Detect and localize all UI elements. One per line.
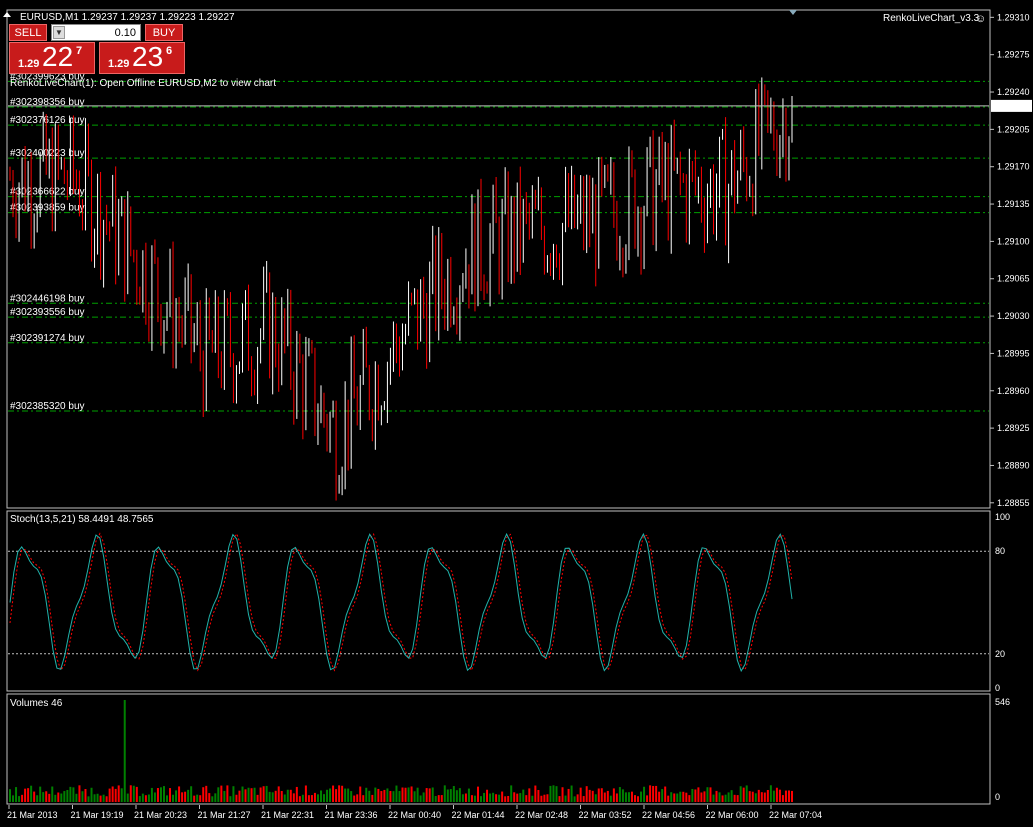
price-tick-label: 1.29240: [997, 87, 1030, 97]
order-label: #302446198 buy: [10, 293, 85, 304]
bid-price-label: 1.29227: [994, 101, 1027, 111]
buy-price-button[interactable]: 1.29 23 6: [99, 41, 185, 74]
price-tick-label: 1.29310: [997, 12, 1030, 22]
stoch-indicator: [8, 532, 989, 673]
time-tick-label: 22 Mar 03:52: [579, 810, 632, 820]
stoch-axis-label: 100: [995, 512, 1010, 522]
time-tick-label: 21 Mar 20:23: [134, 810, 187, 820]
price-tick-label: 1.29275: [997, 50, 1030, 60]
time-tick-label: 21 Mar 22:31: [261, 810, 314, 820]
price-tick-label: 1.28855: [997, 498, 1030, 508]
volume-frame: [6, 693, 991, 805]
sell-button[interactable]: SELL: [9, 24, 47, 41]
chevron-down-icon[interactable]: ▼: [53, 26, 65, 39]
smiley-icon: ☺: [975, 13, 986, 25]
symbol-info: EURUSD,M1 1.29237 1.29237 1.29223 1.2922…: [20, 12, 235, 23]
price-tick-label: 1.28995: [997, 348, 1030, 358]
time-tick-label: 22 Mar 04:56: [642, 810, 695, 820]
stoch-frame: [6, 510, 991, 692]
price-tick-label: 1.29030: [997, 311, 1030, 321]
order-label: #302393556 buy: [10, 307, 85, 318]
one-click-trading-panel: SELL ▼ BUY 1.29 22 7 1.29 23 6: [9, 24, 185, 74]
volume-axis-min: 0: [995, 792, 1000, 802]
time-tick-label: 22 Mar 07:04: [769, 810, 822, 820]
time-tick-label: 22 Mar 06:00: [706, 810, 759, 820]
price-tick-label: 1.29100: [997, 236, 1030, 246]
buy-price-pips: 23: [132, 41, 164, 72]
time-tick-label: 21 Mar 19:19: [71, 810, 124, 820]
indicator-name: RenkoLiveChart_v3.3: [883, 13, 980, 24]
price-tick-label: 1.28890: [997, 460, 1030, 470]
order-label: #302393859 buy: [10, 203, 85, 214]
stoch-axis-label: 0: [995, 683, 1000, 693]
stoch-axis-label: 80: [995, 546, 1005, 556]
time-tick-label: 21 Mar 2013: [7, 810, 58, 820]
price-tick-label: 1.28960: [997, 386, 1030, 396]
candles: [9, 77, 793, 501]
price-axis: 1.29310 1.29275 1.29240 1.29205 1.29170 1.291…: [990, 12, 1030, 508]
time-tick-label: 22 Mar 00:40: [388, 810, 441, 820]
price-tick-label: 1.28925: [997, 423, 1030, 433]
volume-axis-max: 546: [995, 697, 1010, 707]
renko-notice: RenkoLiveChart(1): Open Offline EURUSD,M…: [10, 78, 276, 89]
volume-title: Volumes 46: [10, 698, 63, 709]
time-tick-label: 22 Mar 02:48: [515, 810, 568, 820]
time-axis: 21 Mar 2013 21 Mar 19:19 21 Mar 20:23 21 Ma…: [7, 805, 822, 820]
buy-button[interactable]: BUY: [145, 24, 183, 41]
price-tick-label: 1.29170: [997, 162, 1030, 172]
stoch-title: Stoch(13,5,21) 58.4491 48.7565: [10, 514, 154, 525]
bid-line: [8, 99, 1032, 112]
stoch-main-line: [9, 532, 793, 673]
collapse-icon[interactable]: [3, 12, 11, 17]
time-tick-label: 21 Mar 23:36: [325, 810, 378, 820]
shift-marker-icon[interactable]: [789, 10, 797, 15]
time-tick-label: 21 Mar 21:27: [198, 810, 251, 820]
time-tick-label: 22 Mar 01:44: [452, 810, 505, 820]
chart-canvas[interactable]: #302399623 buy#302398356 buy#302376126 b…: [0, 0, 1033, 827]
price-tick-label: 1.29135: [997, 199, 1030, 209]
sell-price-prefix: 1.29: [18, 58, 40, 70]
sell-price-button[interactable]: 1.29 22 7: [9, 41, 95, 74]
buy-price-fraction: 6: [166, 45, 173, 57]
stoch-axis-label: 20: [995, 649, 1005, 659]
buy-price-prefix: 1.29: [108, 58, 130, 70]
order-label: #302391274 buy: [10, 333, 85, 344]
order-label: #302385320 buy: [10, 401, 85, 412]
sell-price-pips: 22: [42, 41, 74, 72]
stoch-axis: 100 80 20 0: [995, 512, 1010, 693]
sell-price-fraction: 7: [76, 45, 83, 57]
price-tick-label: 1.29205: [997, 124, 1030, 134]
stoch-signal-line: [9, 532, 793, 672]
price-tick-label: 1.29065: [997, 274, 1030, 284]
volume-bars: [9, 700, 793, 802]
